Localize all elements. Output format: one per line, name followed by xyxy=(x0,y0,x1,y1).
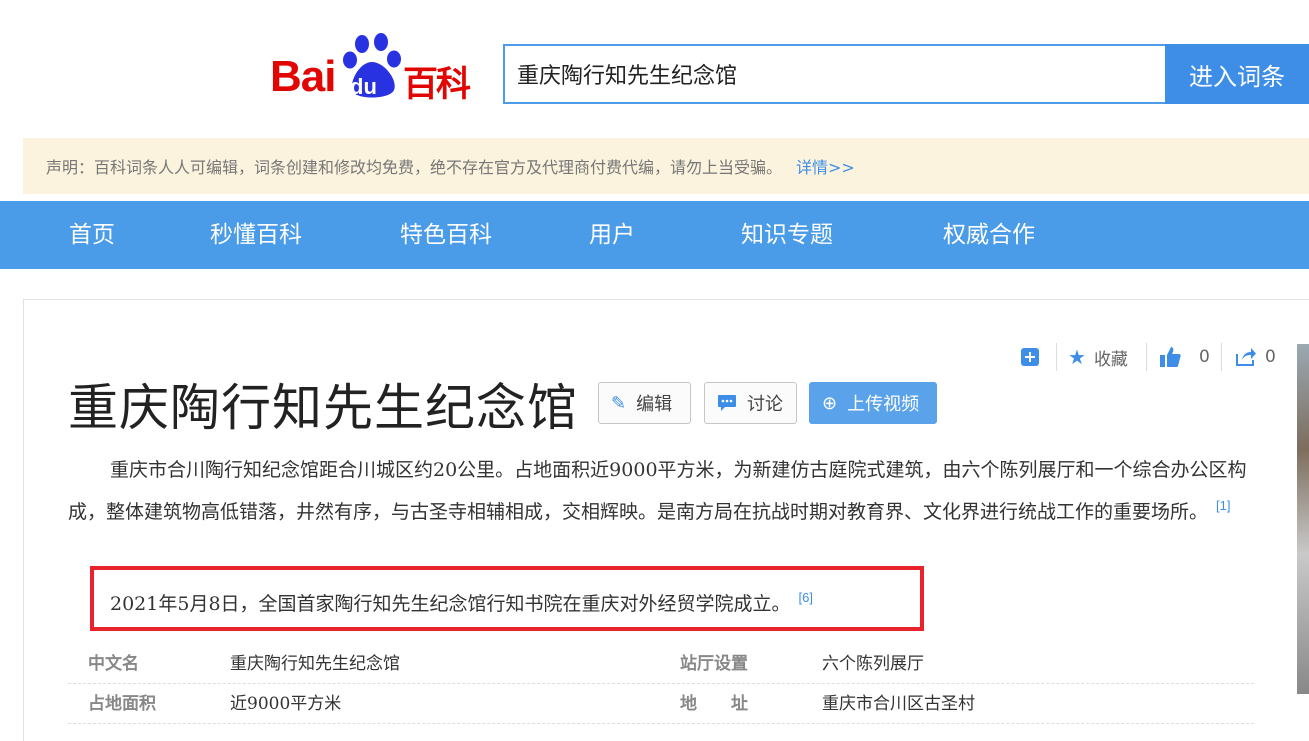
toolbar-divider xyxy=(1056,343,1057,371)
info-value: 近9000平方米 xyxy=(230,694,342,714)
upload-video-label: 上传视频 xyxy=(847,394,920,415)
thumbs-up-icon xyxy=(1160,347,1181,367)
edit-button[interactable]: ✎ 编辑 xyxy=(598,382,691,424)
header: Bai du 百科 进入词条 xyxy=(0,0,1309,130)
info-label: 地 址 xyxy=(680,694,748,714)
logo-baike-text: 百科 xyxy=(403,65,471,105)
upload-video-button[interactable]: ⊕ 上传视频 xyxy=(809,382,937,424)
toolbar-divider xyxy=(1146,343,1147,371)
highlighted-paragraph: 2021年5月8日，全国首家陶行知先生纪念馆行知书院在重庆对外经贸学院成立。 [6… xyxy=(110,582,813,620)
page-title: 重庆陶行知先生纪念馆 xyxy=(68,379,578,437)
info-label: 站厅设置 xyxy=(680,654,748,674)
info-value: 重庆市合川区古圣村 xyxy=(822,694,975,714)
add-icon xyxy=(1021,348,1039,366)
summary-reference-link[interactable]: [1] xyxy=(1216,498,1230,513)
notice-text: 声明：百科词条人人可编辑，词条创建和修改均免费，绝不存在官方及代理商付费代编，请… xyxy=(46,158,783,177)
discuss-label: 讨论 xyxy=(747,394,783,415)
pencil-icon: ✎ xyxy=(611,392,627,414)
nav-item-user[interactable]: 用户 xyxy=(589,201,635,269)
info-row: 中文名 重庆陶行知先生纪念馆 站厅设置 六个陈列展厅 xyxy=(68,645,1254,684)
add-icon-button[interactable] xyxy=(1020,343,1040,371)
nav-item-partners[interactable]: 权威合作 xyxy=(943,201,1035,269)
favorite-label: 收藏 xyxy=(1093,349,1128,370)
logo-bai-text: Bai xyxy=(270,52,336,101)
notice-details-link[interactable]: 详情>> xyxy=(796,154,855,178)
chat-icon xyxy=(718,395,736,411)
like-count: 0 xyxy=(1199,347,1210,367)
info-label: 占地面积 xyxy=(88,694,156,714)
summary-text: 重庆市合川陶行知纪念馆距合川城区约20公里。占地面积近9000平方米，为新建仿古… xyxy=(68,459,1247,523)
info-value: 重庆陶行知先生纪念馆 xyxy=(230,654,400,674)
nav-item-home[interactable]: 首页 xyxy=(69,201,115,269)
like-button[interactable]: 0 xyxy=(1159,343,1210,371)
share-count: 0 xyxy=(1265,347,1276,367)
search-box xyxy=(503,44,1165,104)
enter-entry-button[interactable]: 进入词条 xyxy=(1165,44,1309,104)
favorite-button[interactable]: ★ 收藏 xyxy=(1068,343,1128,371)
share-button[interactable]: 0 xyxy=(1235,343,1276,371)
nav-item-featured[interactable]: 特色百科 xyxy=(400,201,492,269)
share-icon xyxy=(1236,348,1256,366)
info-label: 中文名 xyxy=(88,654,139,674)
disclaimer-notice: 声明：百科词条人人可编辑，词条创建和修改均免费，绝不存在官方及代理商付费代编，请… xyxy=(23,138,1309,194)
main-nav: 首页 秒懂百科 特色百科 用户 知识专题 权威合作 xyxy=(0,201,1309,269)
baidu-baike-logo[interactable]: Bai du 百科 xyxy=(270,30,475,105)
summary-paragraph: 重庆市合川陶行知纪念馆距合川城区约20公里。占地面积近9000平方米，为新建仿古… xyxy=(68,452,1258,530)
plus-circle-icon: ⊕ xyxy=(822,392,838,414)
info-row: 占地面积 近9000平方米 地 址 重庆市合川区古圣村 xyxy=(68,685,1254,724)
nav-item-topics[interactable]: 知识专题 xyxy=(741,201,833,269)
star-icon: ★ xyxy=(1068,345,1086,369)
side-image xyxy=(1297,344,1309,694)
edit-label: 编辑 xyxy=(636,394,673,415)
search-input[interactable] xyxy=(505,46,1165,102)
logo-du-text: du xyxy=(350,74,377,99)
basic-info-table: 中文名 重庆陶行知先生纪念馆 站厅设置 六个陈列展厅 占地面积 近9000平方米… xyxy=(68,645,1254,725)
highlighted-text: 2021年5月8日，全国首家陶行知先生纪念馆行知书院在重庆对外经贸学院成立。 xyxy=(110,593,791,615)
nav-item-miaodong[interactable]: 秒懂百科 xyxy=(210,201,302,269)
discuss-button[interactable]: 讨论 xyxy=(704,382,797,424)
highlight-reference-link[interactable]: [6] xyxy=(799,590,813,605)
info-value: 六个陈列展厅 xyxy=(822,654,924,674)
toolbar-divider xyxy=(1221,343,1222,371)
